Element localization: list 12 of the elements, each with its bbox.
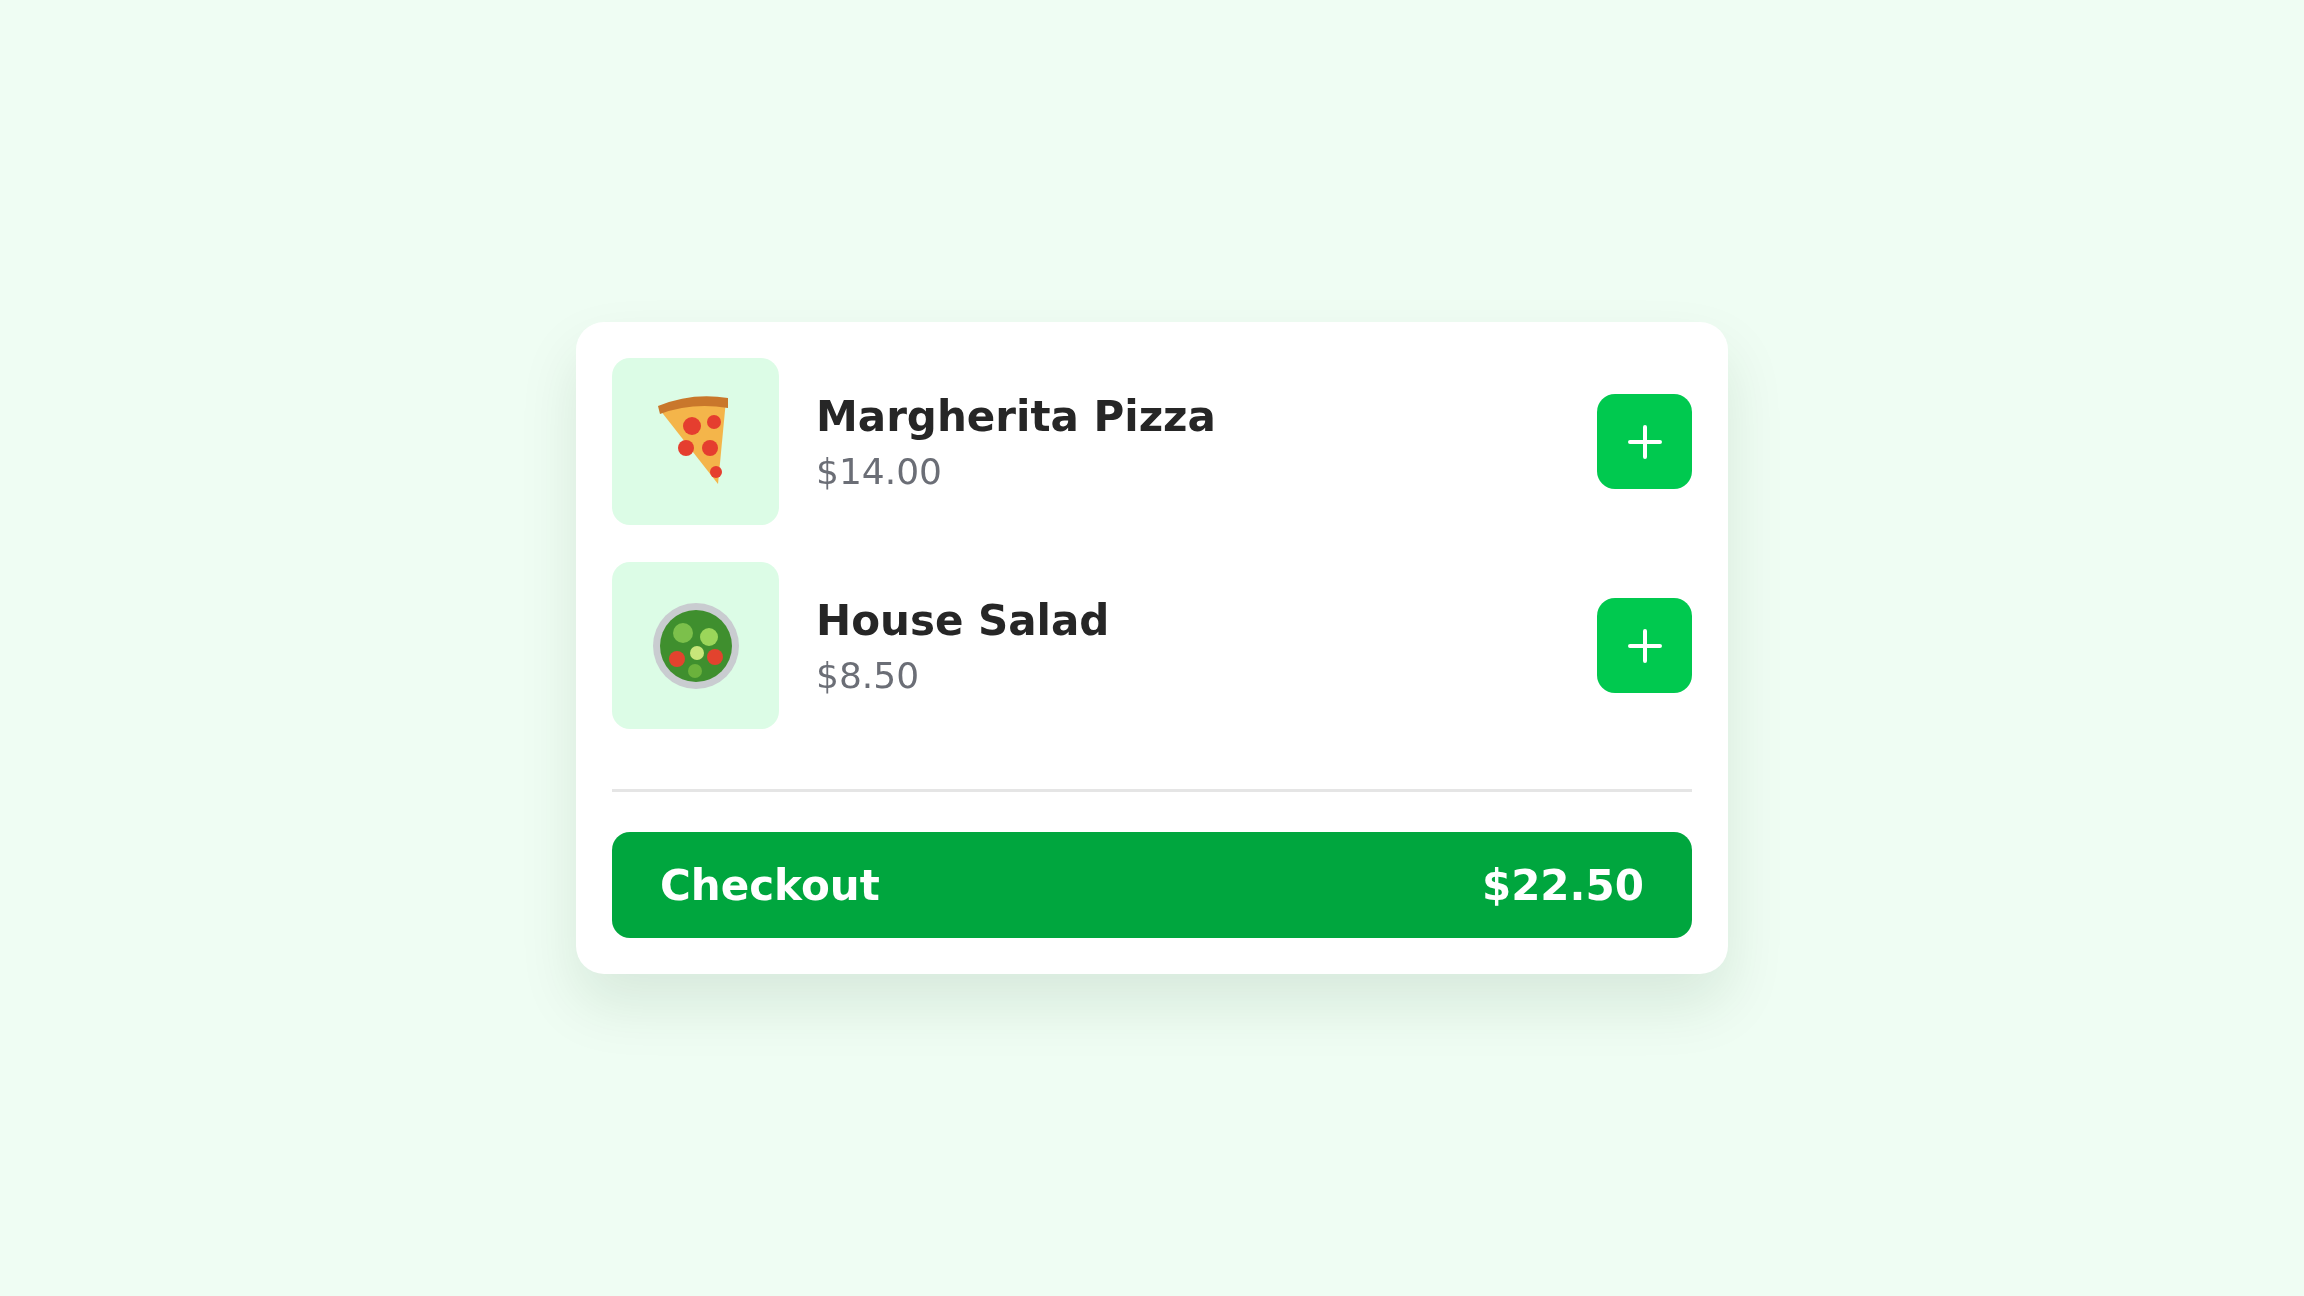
plus-icon: [1626, 423, 1663, 460]
checkout-total: $22.50: [1481, 860, 1644, 910]
item-name: House Salad: [816, 595, 1111, 645]
checkout-button[interactable]: Checkout $22.50: [612, 832, 1692, 938]
item-price: $8.50: [816, 654, 921, 696]
plus-icon: [1626, 627, 1663, 664]
add-button[interactable]: [1597, 394, 1692, 489]
checkout-label: Checkout: [660, 860, 880, 910]
item-price: $14.00: [816, 450, 943, 492]
salad-icon: [650, 600, 741, 691]
item-name: Margherita Pizza: [816, 391, 1217, 441]
add-button[interactable]: [1597, 598, 1692, 693]
